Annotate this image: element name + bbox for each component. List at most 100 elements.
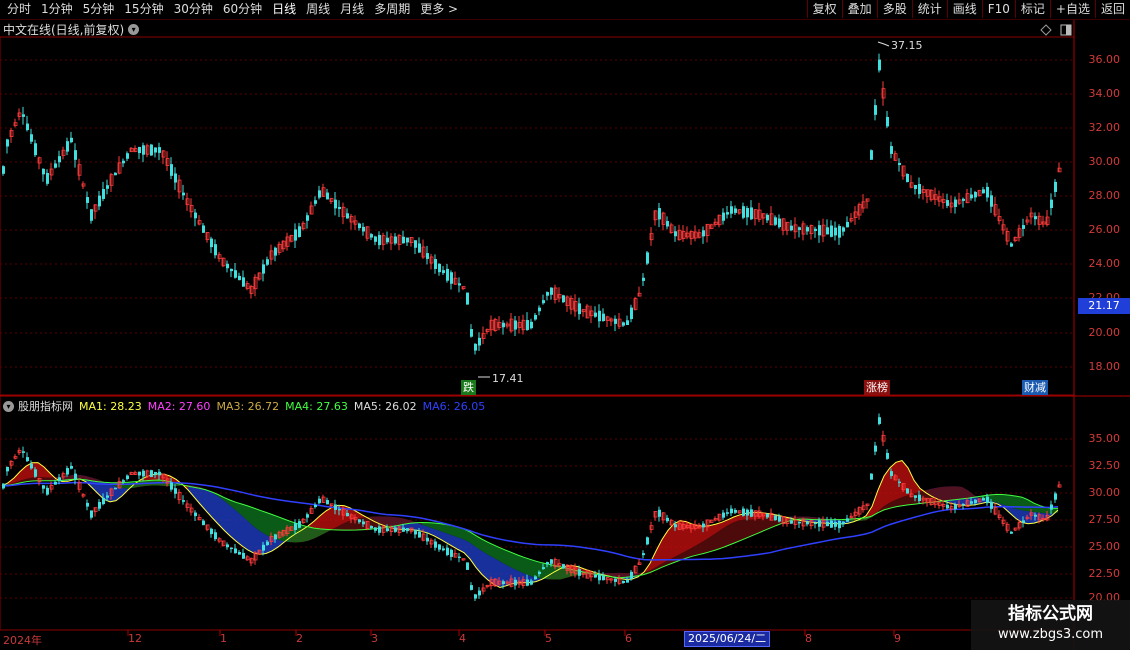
candle-body [1034, 216, 1037, 220]
indicator-candle-body [174, 488, 177, 494]
indicator-candle-body [122, 480, 125, 482]
indicator-candle-body [30, 463, 33, 469]
indicator-candle-body [986, 496, 989, 504]
ma-band [326, 507, 332, 533]
y-label: 28.00 [1088, 189, 1121, 202]
indicator-candle-body [626, 579, 629, 583]
kline-chart[interactable] [0, 0, 1130, 650]
ma-band-slow [524, 557, 530, 576]
watermark: 指标公式网 www.zbgs3.com [971, 600, 1130, 650]
candle-body [58, 156, 61, 163]
ma-band [656, 539, 662, 568]
indicator-candle-body [170, 482, 173, 490]
candle-body [514, 320, 517, 330]
ma-band [206, 489, 212, 518]
ma-band-slow [998, 494, 1004, 505]
ma-band [878, 475, 884, 512]
indicator-candle-body [838, 520, 841, 529]
candle-body [226, 263, 229, 269]
candle-body [114, 172, 117, 176]
candle-body [542, 300, 545, 304]
candle-body [962, 198, 965, 201]
indicator-candle-body [210, 528, 213, 535]
x-label: 8 [805, 632, 812, 645]
candle-body [238, 275, 241, 281]
candle-body [842, 227, 845, 232]
indicator-candle-body [826, 521, 829, 527]
event-marker-drop[interactable]: 跌 [461, 380, 476, 395]
indicator-candle-body [338, 509, 341, 511]
candle-body [210, 238, 213, 248]
candle-body [750, 207, 753, 220]
ma-band-slow [1016, 496, 1022, 511]
indicator-candle-body [918, 494, 921, 501]
indicator-candle-body [842, 521, 845, 525]
candle-body [102, 189, 105, 199]
candle-body [1054, 181, 1057, 192]
candle-body [434, 259, 437, 269]
high-leader-line [877, 41, 890, 47]
candle-body [202, 225, 205, 233]
x-label: 9 [894, 632, 901, 645]
candle-body [474, 343, 477, 351]
indicator-candle-body [126, 475, 129, 480]
y-label: 36.00 [1088, 53, 1121, 66]
candle-body [826, 227, 829, 235]
candle-body [870, 150, 873, 160]
ma-band-slow [950, 486, 956, 501]
candle-body [470, 329, 473, 337]
indicator-candle-body [42, 485, 45, 489]
candle-body [414, 240, 417, 248]
event-marker-rank[interactable]: 涨榜 [864, 380, 890, 395]
candle-body [318, 190, 321, 198]
indicator-candle-body [74, 473, 77, 480]
candle-body [774, 217, 777, 225]
indicator-name[interactable]: 股朋指标网 [18, 398, 73, 414]
current-price-tag: 21.17 [1078, 298, 1130, 314]
indicator-candle-body [774, 515, 777, 521]
ma-band-slow [1004, 494, 1010, 507]
low-price-label: 17.41 [492, 372, 524, 385]
indicator-candle-body [2, 483, 5, 489]
indicator-candle-body [658, 509, 661, 517]
indicator-candle-body [530, 580, 533, 585]
candle-body [550, 287, 553, 295]
ma-band-slow [518, 555, 524, 574]
event-marker-finance[interactable]: 财减 [1022, 380, 1048, 395]
indicator-candle-body [906, 488, 909, 494]
candle-body [646, 252, 649, 264]
candle-body [742, 206, 745, 218]
indicator-candle-body [262, 544, 265, 551]
indicator-candle-body [990, 501, 993, 509]
ma-band-slow [512, 552, 518, 571]
y-label: 32.00 [1088, 121, 1121, 134]
ma3-value: MA3: 26.72 [216, 399, 280, 413]
indicator-candle-body [474, 594, 477, 599]
indicator-candle-body [962, 503, 965, 506]
indicator-candle-body [874, 445, 877, 452]
candle-body [730, 206, 733, 214]
x-label: 2024年 [3, 634, 42, 647]
indicator-candle-body [406, 528, 409, 532]
ma-band [1010, 506, 1016, 519]
x-label: 6 [625, 632, 632, 645]
indicator-candle-body [622, 580, 625, 583]
indicator-candle-body [742, 508, 745, 516]
candle-body [658, 208, 661, 220]
indicator-candle-body [414, 529, 417, 535]
indicator-candle-body [914, 495, 917, 498]
candle-body [122, 160, 125, 164]
high-price-label: 37.15 [891, 39, 923, 52]
candle-body [578, 303, 581, 315]
y-label: 34.00 [1088, 87, 1121, 100]
indicator-candle-body [598, 573, 601, 581]
candle-body [502, 322, 505, 328]
ma-band-slow [734, 520, 740, 544]
candle-body [298, 226, 301, 237]
candle-body [914, 184, 917, 190]
indicator-candle-body [538, 571, 541, 575]
indicator-candle-body [550, 559, 553, 564]
chevron-down-icon[interactable]: ▾ [3, 400, 14, 412]
candle-body [546, 292, 549, 296]
indicator-candle-body [846, 518, 849, 522]
